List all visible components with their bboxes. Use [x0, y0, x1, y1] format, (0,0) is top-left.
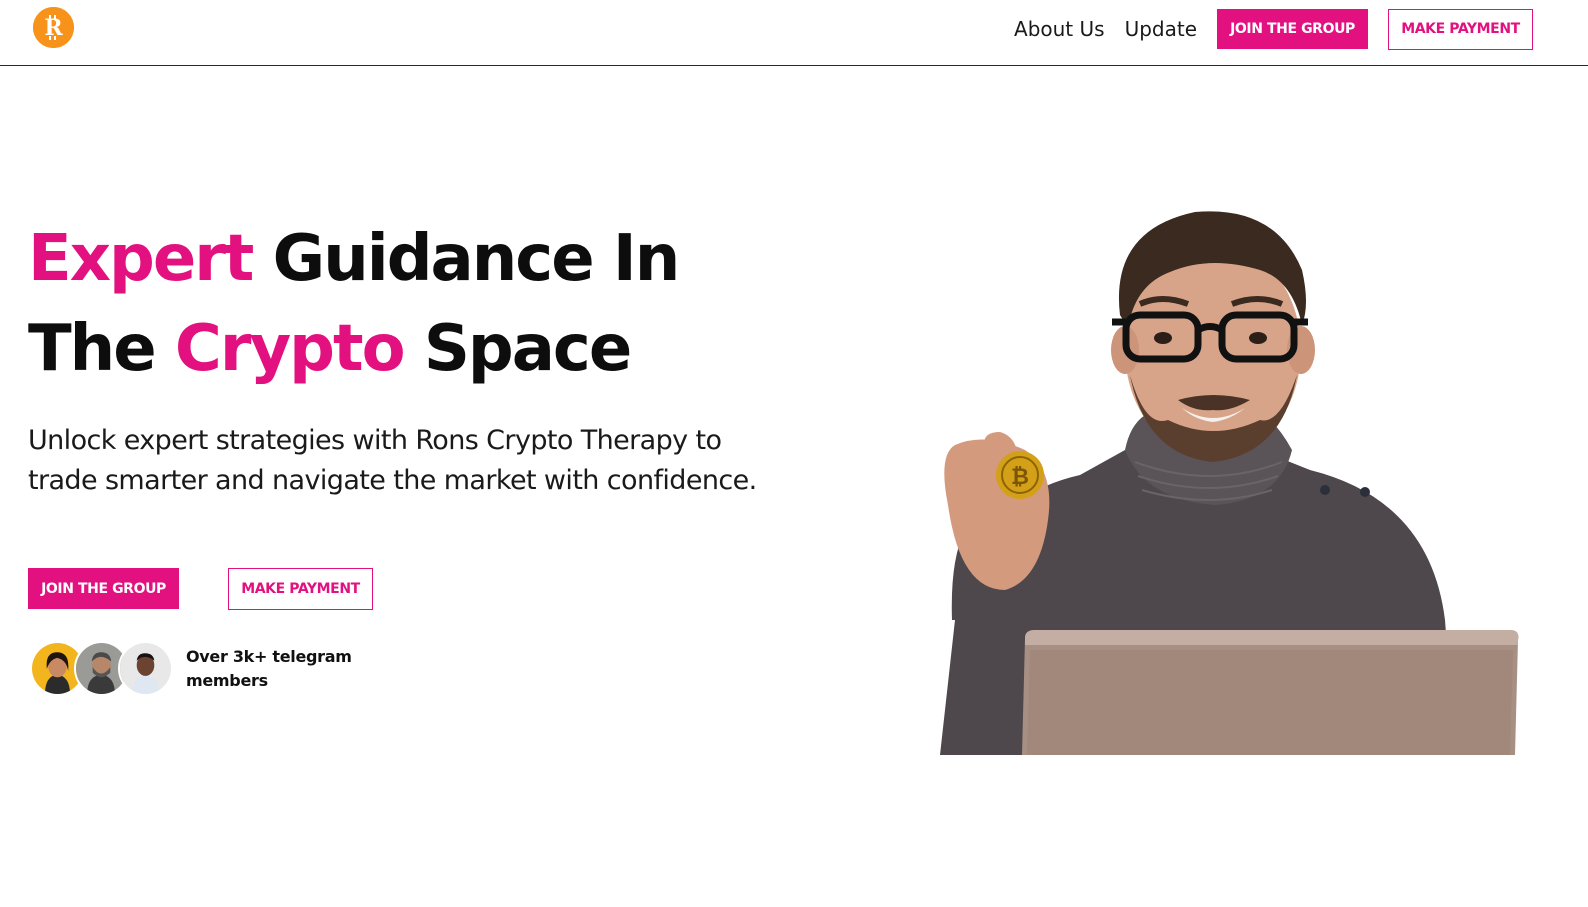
hero-subtitle: Unlock expert strategies with Rons Crypt… [28, 425, 757, 496]
hero-title-part: Guidance In [252, 222, 681, 296]
hero-title-part: The [28, 312, 175, 386]
main-nav: About Us Update JOIN THE GROUP MAKE PAYM… [1014, 8, 1533, 50]
hero-cta-group: JOIN THE GROUP MAKE PAYMENT [28, 568, 373, 610]
hero-join-group-button[interactable]: JOIN THE GROUP [28, 568, 179, 609]
svg-text:₿: ₿ [1011, 465, 1029, 490]
hero-title-part: Space [403, 312, 632, 386]
nav-join-group-button[interactable]: JOIN THE GROUP [1217, 9, 1368, 49]
svg-text:R: R [44, 15, 63, 41]
bitcoin-r-logo-icon: R [33, 7, 74, 48]
members-badge: Over 3k+ telegram members [30, 641, 366, 696]
hero-title-accent-expert: Expert [28, 222, 254, 296]
hero-person-image: ₿ [930, 200, 1530, 760]
bitcoin-coin-icon: ₿ [996, 451, 1044, 499]
avatar [118, 641, 173, 696]
nav-update-link[interactable]: Update [1125, 17, 1197, 41]
site-header: R About Us Update JOIN THE GROUP MAKE PA… [0, 0, 1588, 66]
hero-title-accent-crypto: Crypto [174, 312, 406, 386]
nav-about-link[interactable]: About Us [1014, 17, 1105, 41]
avatar-stack [30, 641, 173, 696]
hero-title: Expert Guidance In The Crypto Space [28, 214, 748, 394]
hero-make-payment-button[interactable]: MAKE PAYMENT [228, 568, 373, 610]
nav-make-payment-button[interactable]: MAKE PAYMENT [1388, 8, 1533, 50]
logo-icon[interactable]: R [33, 7, 74, 48]
members-count-text: Over 3k+ telegram members [186, 646, 352, 690]
